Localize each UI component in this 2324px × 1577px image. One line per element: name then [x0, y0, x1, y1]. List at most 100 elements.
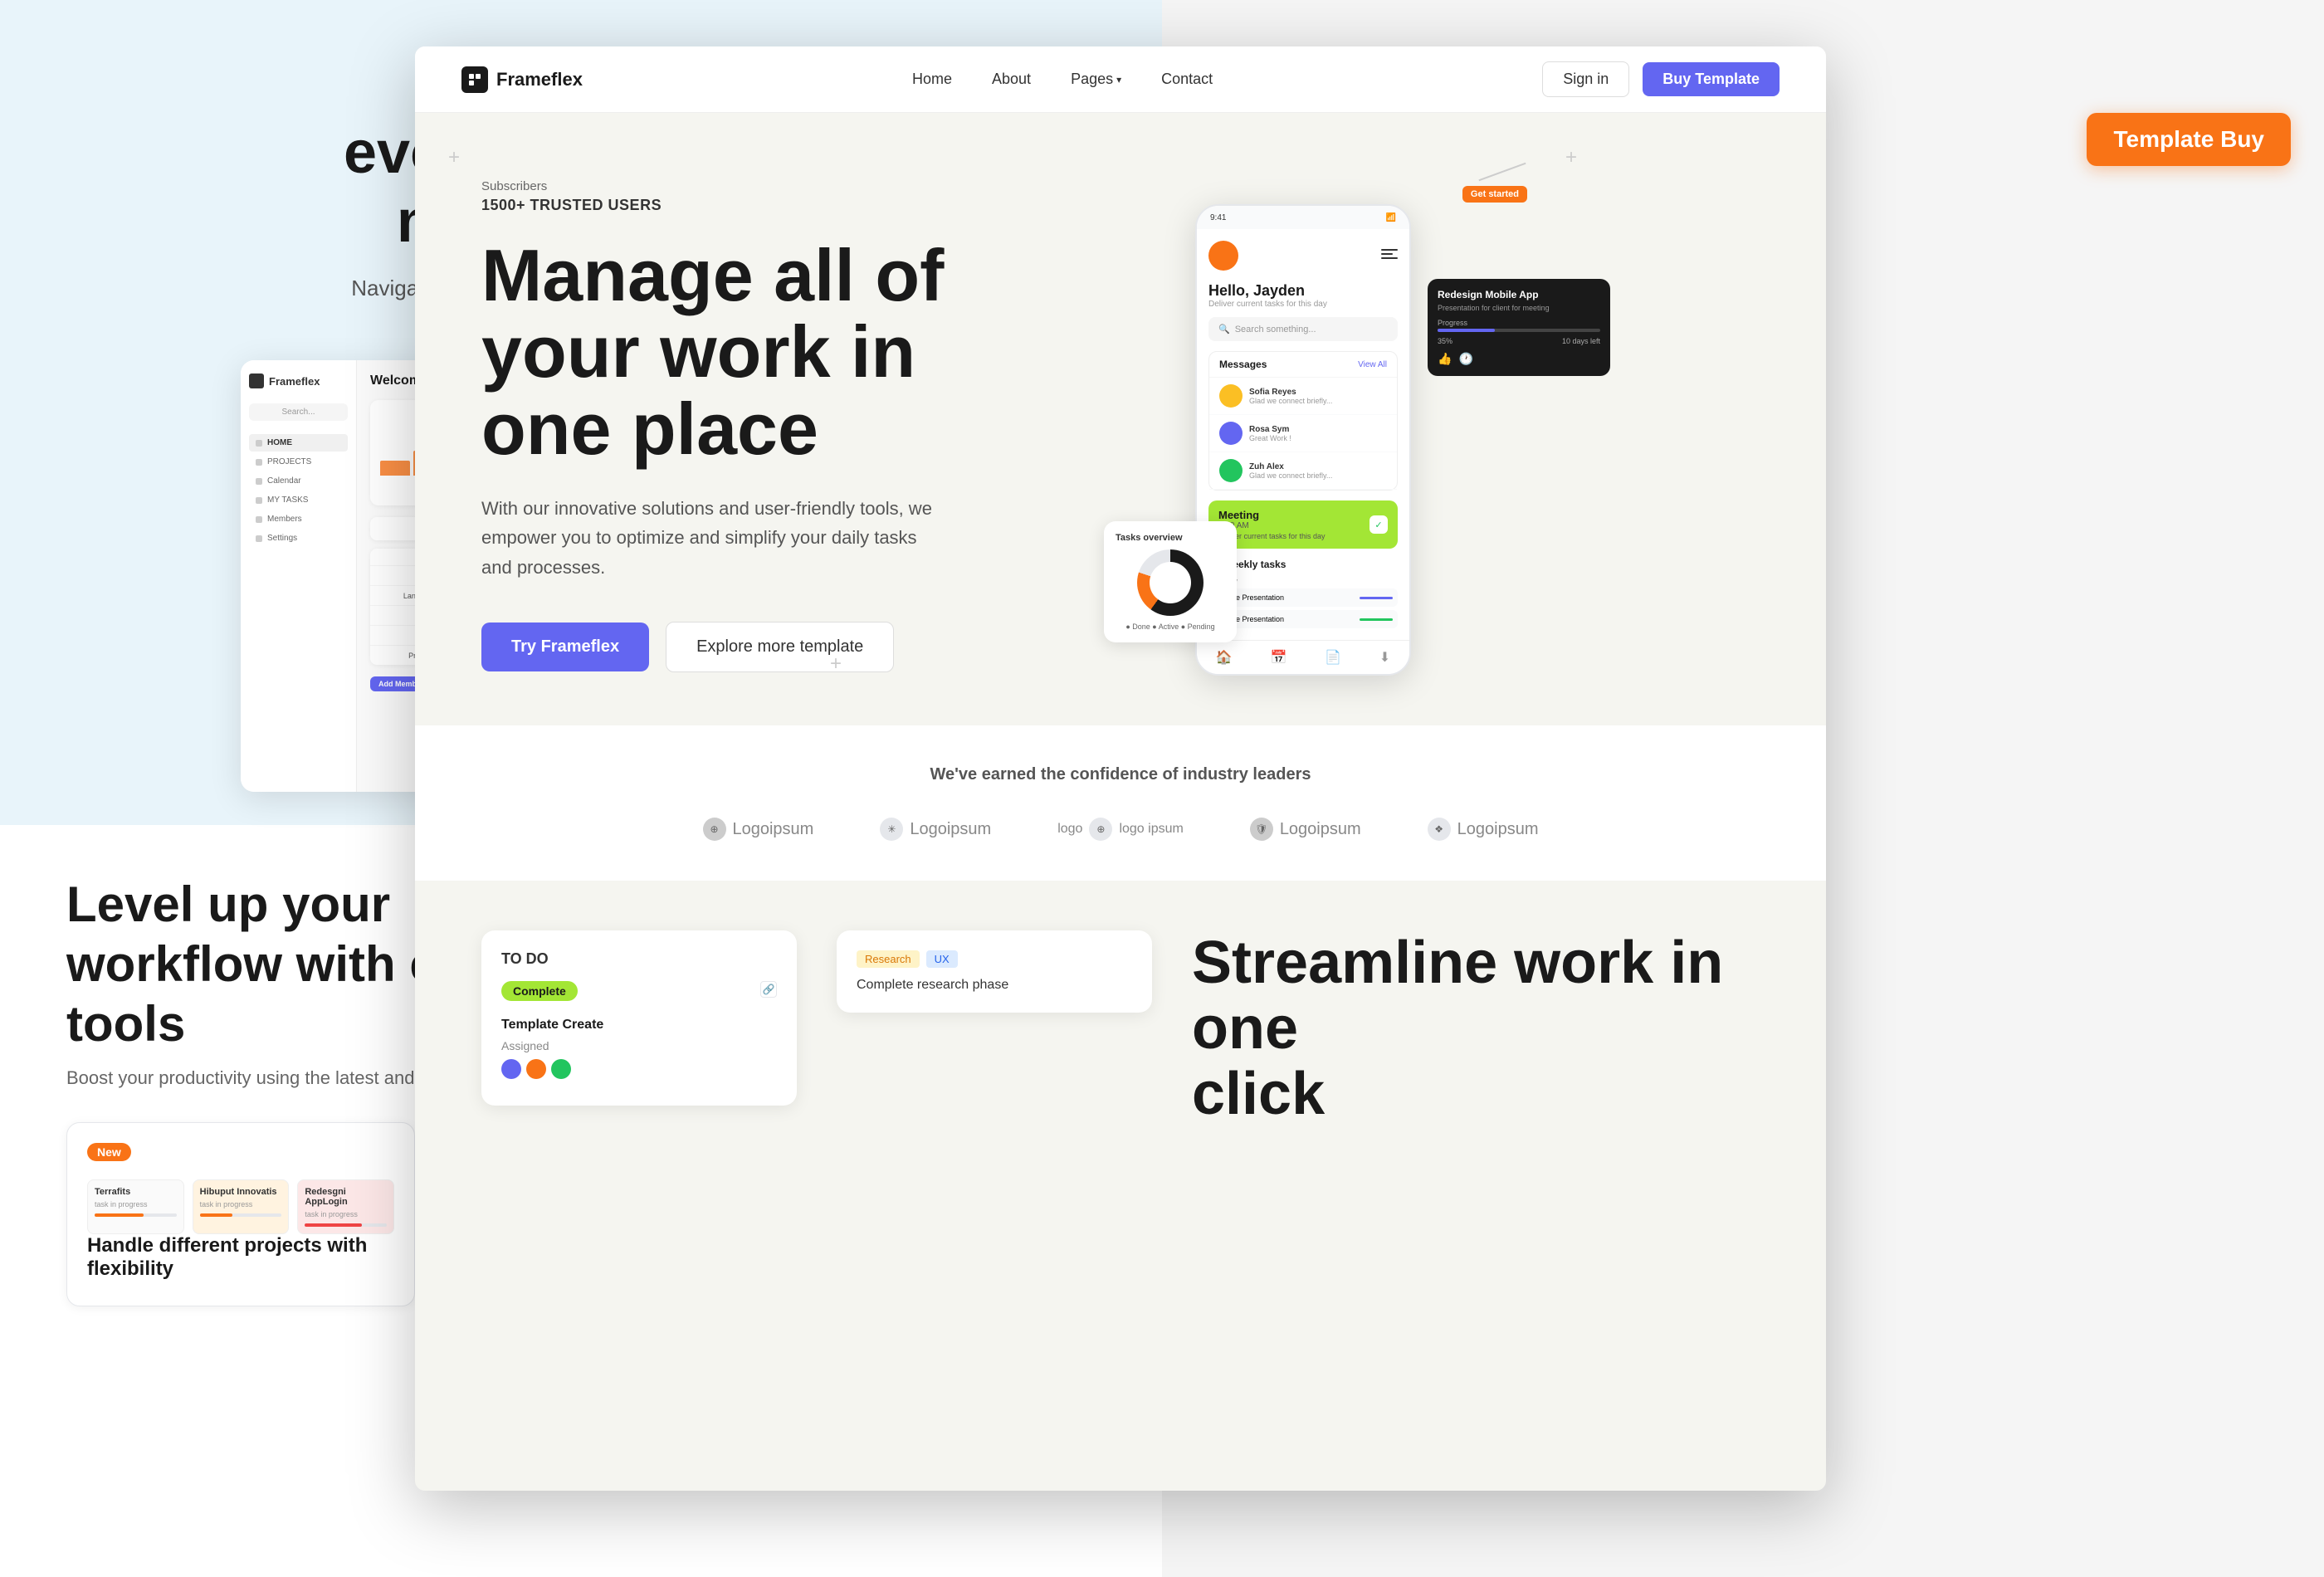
- nav-dot: [256, 440, 262, 447]
- tasks-overview-legend: ● Done ● Active ● Pending: [1116, 622, 1225, 631]
- nav-about[interactable]: About: [992, 71, 1031, 88]
- logo-2: ✳ Logoipsum: [880, 818, 991, 841]
- explore-template-button[interactable]: Explore more template: [666, 622, 894, 672]
- ff-hero-right: Get started 9:41 📶: [1129, 179, 1594, 676]
- task-title: Complete research phase: [857, 978, 1132, 993]
- nav-dot: [256, 535, 262, 542]
- try-frameflex-button[interactable]: Try Frameflex: [481, 622, 649, 671]
- nav-projects[interactable]: PROJECTS: [249, 453, 348, 471]
- ff-nav-actions: Sign in Buy Template: [1542, 61, 1780, 97]
- file-icon[interactable]: 📄: [1325, 649, 1341, 666]
- tasks-donut-chart: [1137, 549, 1204, 616]
- plus-decoration: +: [830, 652, 842, 676]
- logos-row: ⊕ Logoipsum ✳ Logoipsum logo ⊕ logo ipsu…: [481, 818, 1760, 841]
- logo-icon-1: ⊕: [703, 818, 726, 841]
- nav-members[interactable]: Members: [249, 510, 348, 528]
- redesign-progress-bar: [1438, 329, 1600, 332]
- nav-settings[interactable]: Settings: [249, 530, 348, 547]
- redesign-card: Redesign Mobile App Presentation for cli…: [1428, 279, 1610, 376]
- avatar-row: [501, 1059, 777, 1079]
- thumb-icon[interactable]: 👍: [1438, 352, 1452, 366]
- ff-hero-left: Subscribers 1500+ TRUSTED USERS Manage a…: [481, 179, 1079, 672]
- ff-hero: + + + Subscribers 1500+ TRUSTED USERS Ma…: [415, 113, 1826, 725]
- plus-decoration: +: [448, 146, 460, 169]
- mini-progress-bar: [95, 1213, 177, 1217]
- message-item[interactable]: Rosa Sym Great Work !: [1209, 415, 1397, 452]
- research-tag: Research: [857, 950, 920, 968]
- phone-meeting-card: Meeting 5:00 AM Deliver current tasks fo…: [1208, 500, 1398, 549]
- phone-user-row: [1208, 241, 1398, 271]
- assigned-label: Assigned: [501, 1039, 777, 1052]
- ff-nav-links: Home About Pages ▾ Contact: [912, 71, 1213, 88]
- buy-template-button[interactable]: Buy Template: [1643, 62, 1780, 96]
- plus-decoration: +: [1565, 146, 1577, 169]
- phone-bottom-bar: 🏠 📅 📄 ⬇: [1197, 640, 1409, 674]
- weekly-tasks-title: My weekly tasks: [1208, 559, 1398, 570]
- weekly-task-item: Prepare Presentation: [1208, 610, 1398, 628]
- clock-icon[interactable]: 🕐: [1458, 352, 1472, 366]
- nav-calendar[interactable]: Calendar: [249, 472, 348, 490]
- logo-4: 🛡 Logoipsum: [1250, 818, 1361, 841]
- hero-title: Manage all of your work in one place: [481, 237, 1079, 467]
- logo-icon-2: ✳: [880, 818, 903, 841]
- recently-label: Recently: [1208, 577, 1398, 585]
- avatar: [501, 1059, 521, 1079]
- avatar: [526, 1059, 546, 1079]
- nav-dot: [256, 459, 262, 466]
- logo-icon-3: ⊕: [1089, 818, 1112, 841]
- subscribers-label: Subscribers: [481, 179, 1079, 193]
- phone-greeting: Hello, Jayden: [1208, 282, 1398, 300]
- home-icon[interactable]: 🏠: [1216, 649, 1233, 666]
- get-started-badge[interactable]: Get started: [1462, 186, 1527, 203]
- logos-title: We've earned the confidence of industry …: [481, 765, 1760, 784]
- message-item[interactable]: Sofia Reyes Glad we connect briefly...: [1209, 378, 1397, 415]
- frameflex-overlay: Frameflex Home About Pages ▾ Contact Sig…: [415, 46, 1826, 1491]
- weekly-task-item: Prepare Presentation: [1208, 588, 1398, 607]
- nav-contact[interactable]: Contact: [1161, 71, 1213, 88]
- phone-check[interactable]: ✓: [1370, 515, 1388, 534]
- avatar: [551, 1059, 571, 1079]
- view-all-link[interactable]: View All: [1358, 360, 1387, 369]
- signin-button[interactable]: Sign in: [1542, 61, 1629, 97]
- calendar-icon[interactable]: 📅: [1270, 649, 1286, 666]
- hero-buttons: Try Frameflex Explore more template: [481, 622, 1079, 672]
- logo-1: ⊕ Logoipsum: [703, 818, 814, 841]
- logos-section: We've earned the confidence of industry …: [415, 725, 1826, 881]
- mini-task-card: Terrafits task in progress: [87, 1179, 184, 1234]
- nav-home[interactable]: Home: [912, 71, 952, 88]
- download-icon[interactable]: ⬇: [1379, 649, 1390, 666]
- todo-item-title: Template Create: [501, 1018, 777, 1033]
- template-buy-button[interactable]: Template Buy: [2087, 113, 2291, 166]
- nav-home[interactable]: HOME: [249, 434, 348, 452]
- logo-5: ❖ Logoipsum: [1428, 818, 1539, 841]
- message-item[interactable]: Zuh Alex Glad we connect briefly...: [1209, 452, 1397, 490]
- msg-avatar: [1219, 459, 1243, 482]
- complete-badge: Complete: [501, 981, 578, 1001]
- nav-pages[interactable]: Pages ▾: [1071, 71, 1121, 88]
- link-icon[interactable]: 🔗: [760, 981, 777, 998]
- phone-messages-section: Messages View All Sofia Reyes Glad we co…: [1208, 351, 1398, 491]
- ff-bottom-right: Streamline work in one click: [1192, 930, 1760, 1128]
- card-title-1: Handle different projects with flexibili…: [87, 1234, 394, 1281]
- bottom-h2: Streamline work in one click: [1192, 930, 1760, 1128]
- msg-avatar: [1219, 384, 1243, 408]
- mini-task-grid: Terrafits task in progress Hibuput Innov…: [87, 1179, 394, 1234]
- mini-task-card-3: Redesgni AppLogin task in progress: [297, 1179, 394, 1234]
- nav-dot: [256, 478, 262, 485]
- navbar: Frameflex Home About Pages ▾ Contact Sig…: [415, 46, 1826, 113]
- mini-task-card-2: Hibuput Innovatis task in progress: [193, 1179, 290, 1234]
- dash-logo: F Frameflex: [249, 374, 348, 388]
- hamburger-icon[interactable]: [1381, 249, 1398, 262]
- todo-tags: Research UX: [857, 950, 1132, 968]
- progress-label: Progress: [1438, 319, 1600, 327]
- logo-icon-4: 🛡: [1250, 818, 1273, 841]
- nav-mytasks[interactable]: MY TASKS: [249, 491, 348, 509]
- action-icons: 👍 🕐: [1438, 352, 1600, 366]
- todo-card: TO DO Complete 🔗 Template Create Assigne…: [481, 930, 797, 1106]
- mini-progress-bar: [200, 1213, 282, 1217]
- tasks-overview-card: Tasks overview ● Done ● Active ● Pending: [1104, 521, 1237, 642]
- todo-header: TO DO: [501, 950, 777, 968]
- phone-search[interactable]: 🔍 Search something...: [1208, 317, 1398, 341]
- todo-complete-row: Complete 🔗: [501, 981, 777, 1011]
- progress-percent: 35%: [1438, 337, 1452, 345]
